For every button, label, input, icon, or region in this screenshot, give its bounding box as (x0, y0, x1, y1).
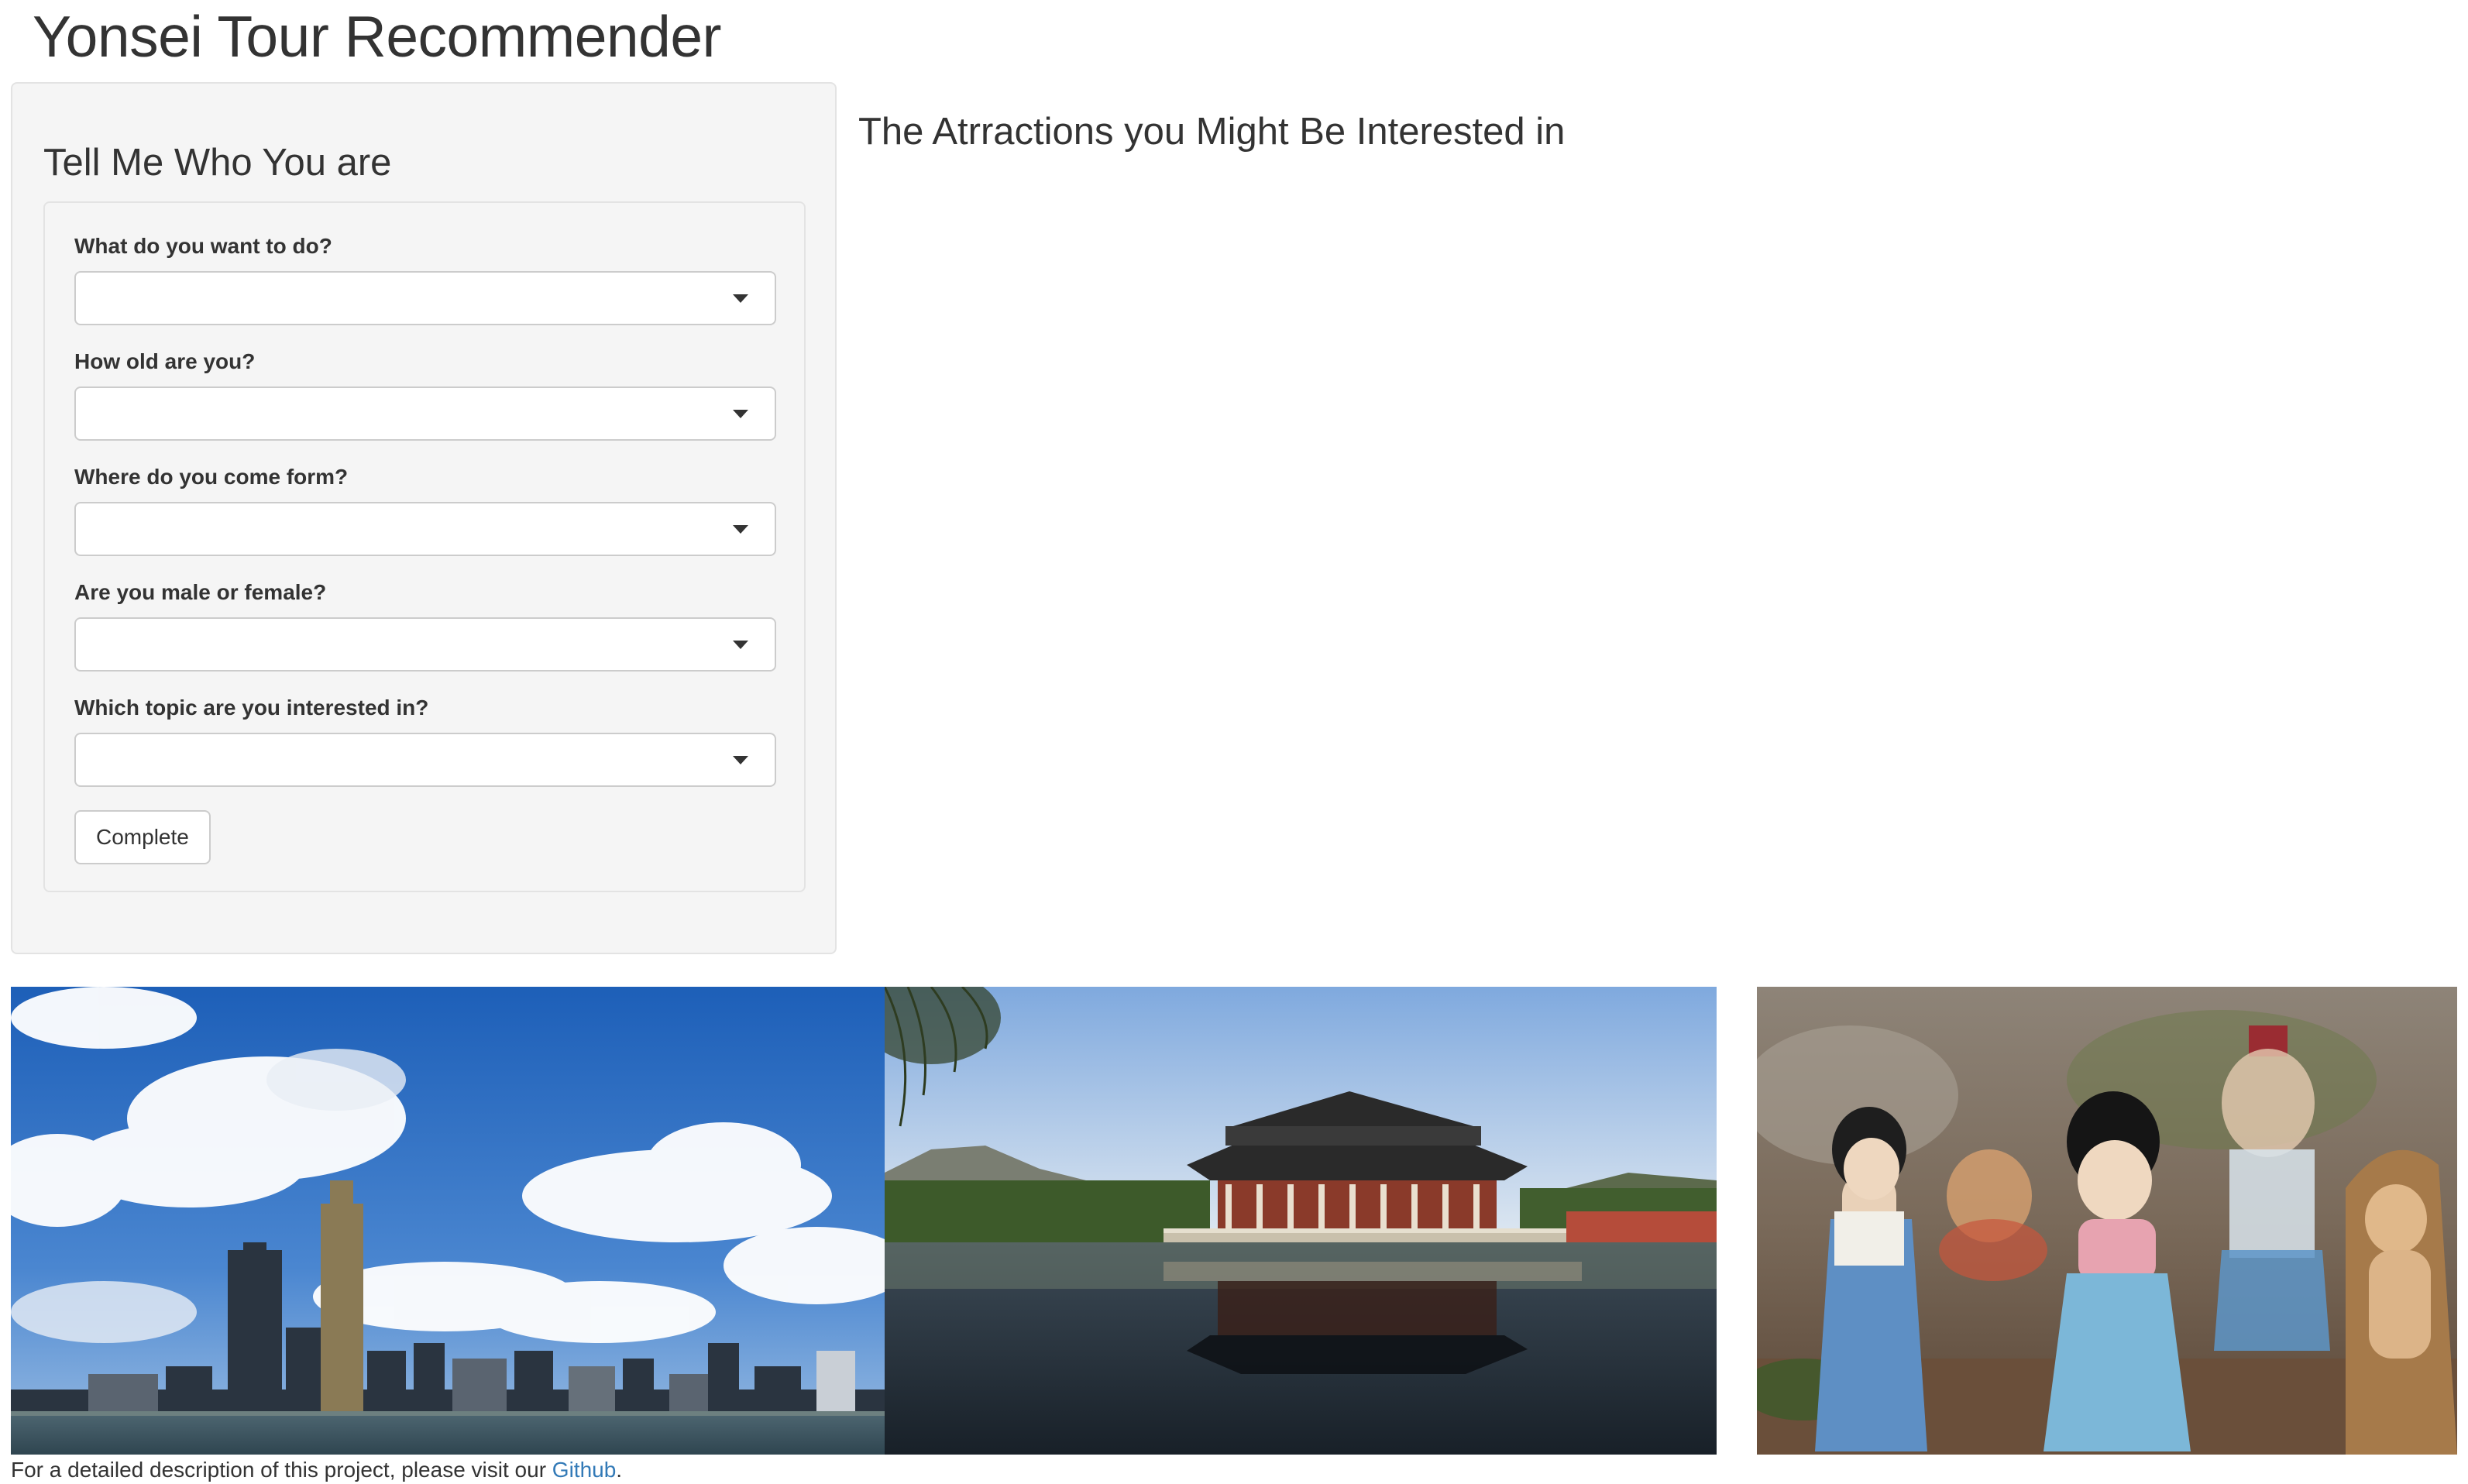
topic-field: Which topic are you interested in? (74, 694, 778, 787)
age-field: How old are you? (74, 348, 778, 441)
gender-select[interactable] (74, 617, 776, 672)
sidebar-heading: Tell Me Who You are (43, 142, 392, 184)
gyeonghoeru-pavilion-photo (885, 987, 1717, 1455)
hanbok-figurines-photo (1757, 987, 2457, 1455)
chevron-down-icon (733, 525, 748, 534)
chevron-down-icon (733, 410, 748, 418)
origin-select[interactable] (74, 502, 776, 556)
topic-select[interactable] (74, 733, 776, 787)
seoul-skyline-han-river-photo (11, 987, 885, 1455)
complete-button[interactable]: Complete (74, 810, 211, 864)
footer-text: For a detailed description of this proje… (11, 1458, 552, 1482)
gender-label: Are you male or female? (74, 580, 327, 604)
activity-select[interactable] (74, 271, 776, 325)
sidebar-panel: Tell Me Who You are What do you want to … (11, 82, 837, 954)
origin-field: Where do you come form? (74, 463, 778, 556)
footer-suffix: . (616, 1458, 623, 1482)
chevron-down-icon (733, 294, 748, 303)
age-label: How old are you? (74, 349, 256, 373)
activity-label: What do you want to do? (74, 234, 332, 258)
questionnaire-form: What do you want to do? How old are you?… (43, 201, 806, 892)
origin-label: Where do you come form? (74, 465, 349, 489)
topic-label: Which topic are you interested in? (74, 696, 429, 720)
age-select[interactable] (74, 386, 776, 441)
activity-field: What do you want to do? (74, 232, 778, 325)
chevron-down-icon (733, 756, 748, 764)
chevron-down-icon (733, 641, 748, 649)
github-link[interactable]: Github (552, 1458, 617, 1482)
app-title: Yonsei Tour Recommender (33, 4, 722, 69)
recommendations-heading: The Atrractions you Might Be Interested … (858, 111, 1566, 153)
footer: For a detailed description of this proje… (11, 1456, 622, 1484)
gender-field: Are you male or female? (74, 579, 778, 672)
